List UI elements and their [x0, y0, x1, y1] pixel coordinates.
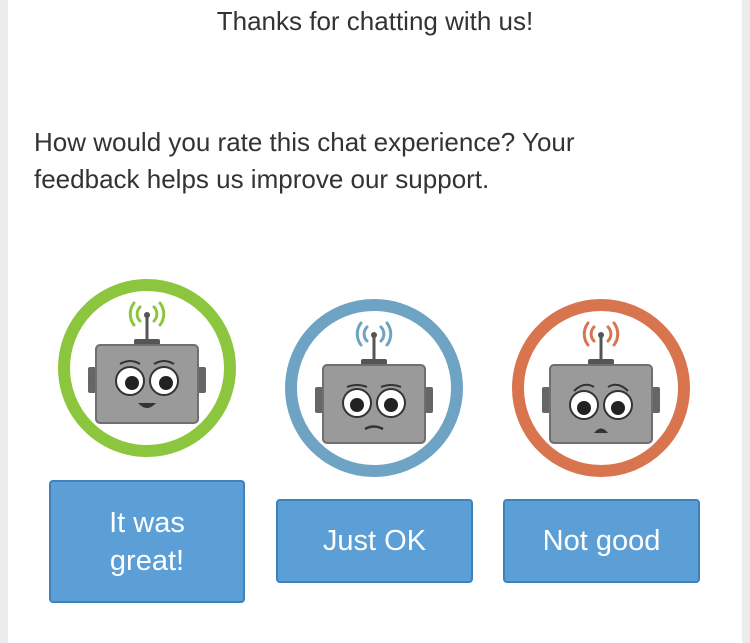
sad-robot-icon[interactable] — [512, 299, 690, 477]
just-ok-button[interactable]: Just OK — [276, 499, 473, 583]
it-was-great-button[interactable]: It was great! — [49, 480, 245, 603]
happy-robot-icon[interactable] — [58, 279, 236, 457]
rating-options: It was great! Just OK Not good — [0, 0, 750, 643]
not-good-button[interactable]: Not good — [503, 499, 700, 583]
neutral-robot-icon[interactable] — [285, 299, 463, 477]
